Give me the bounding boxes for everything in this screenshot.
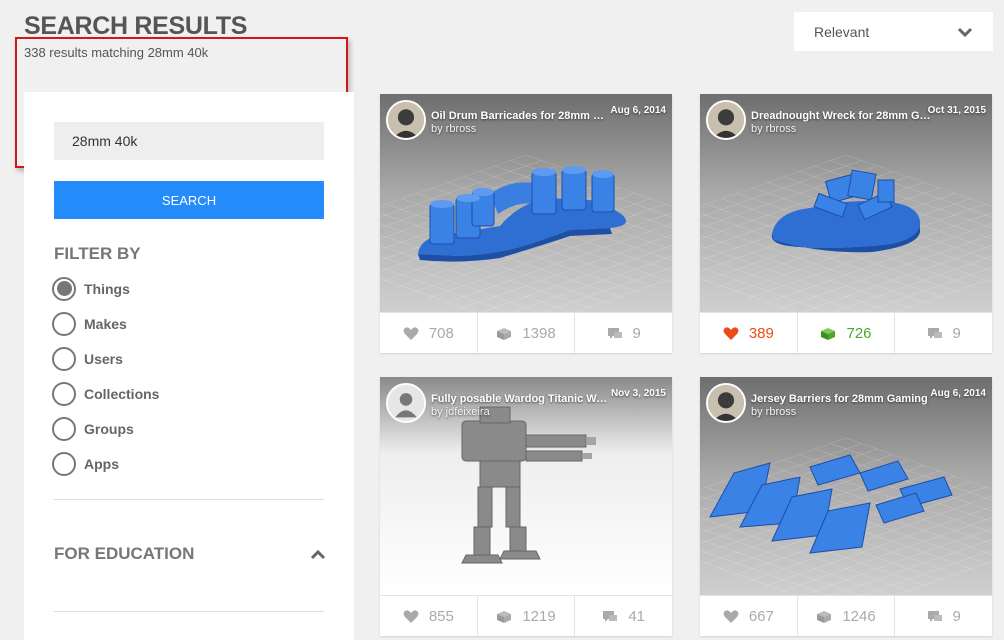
heart-icon bbox=[403, 326, 419, 340]
thing-title[interactable]: Fully posable Wardog Titanic Walker bbox=[431, 393, 611, 405]
education-label: FOR EDUCATION bbox=[54, 544, 195, 563]
radio-icon[interactable] bbox=[52, 381, 76, 406]
search-input[interactable] bbox=[54, 122, 324, 160]
thing-thumbnail[interactable]: Jersey Barriers for 28mm Gaming by rbros… bbox=[700, 377, 992, 595]
radio-icon[interactable] bbox=[52, 311, 76, 336]
collect-icon bbox=[497, 327, 512, 340]
thing-title[interactable]: Oil Drum Barricades for 28mm Gaming bbox=[431, 110, 611, 122]
collect-button[interactable]: 726 bbox=[798, 313, 896, 353]
thing-card[interactable]: Dreadnought Wreck for 28mm Gaming by rbr… bbox=[700, 94, 992, 353]
collect-count: 726 bbox=[846, 324, 872, 342]
like-count: 389 bbox=[748, 324, 774, 342]
radio-icon[interactable] bbox=[52, 416, 76, 441]
comment-count: 9 bbox=[952, 607, 961, 625]
filter-option-apps[interactable]: Apps bbox=[52, 446, 159, 481]
comment-count: 9 bbox=[632, 324, 641, 342]
like-button[interactable]: 708 bbox=[380, 313, 478, 353]
thing-stats: 667 1246 9 bbox=[700, 595, 992, 636]
filter-option-users[interactable]: Users bbox=[52, 341, 159, 376]
search-button[interactable]: SEARCH bbox=[54, 181, 324, 219]
thing-date: Aug 6, 2014 bbox=[930, 388, 986, 399]
collect-button[interactable]: 1219 bbox=[478, 596, 576, 636]
radio-icon[interactable] bbox=[52, 346, 76, 371]
heart-icon bbox=[723, 326, 739, 340]
thing-stats: 389 726 9 bbox=[700, 312, 992, 353]
divider bbox=[54, 499, 324, 500]
filter-option-makes[interactable]: Makes bbox=[52, 306, 159, 341]
like-button[interactable]: 855 bbox=[380, 596, 478, 636]
divider bbox=[54, 611, 324, 612]
author-avatar[interactable] bbox=[706, 100, 746, 140]
sidebar: SEARCH FILTER BY Things Makes Users Coll… bbox=[24, 92, 354, 640]
collect-icon bbox=[821, 327, 836, 340]
sort-selected-label: Relevant bbox=[814, 23, 870, 40]
collect-button[interactable]: 1246 bbox=[798, 596, 896, 636]
collect-count: 1219 bbox=[522, 607, 556, 625]
thing-stats: 855 1219 41 bbox=[380, 595, 672, 636]
comment-count: 41 bbox=[628, 607, 646, 625]
comment-icon bbox=[927, 610, 942, 622]
heart-icon bbox=[403, 609, 419, 623]
collect-count: 1246 bbox=[842, 607, 876, 625]
education-toggle[interactable]: FOR EDUCATION bbox=[54, 544, 326, 564]
comment-count: 9 bbox=[952, 324, 961, 342]
filter-list: Things Makes Users Collections Groups Ap… bbox=[52, 271, 159, 481]
thing-thumbnail[interactable]: Oil Drum Barricades for 28mm Gaming by r… bbox=[380, 94, 672, 312]
chevron-up-icon bbox=[310, 549, 326, 560]
filter-option-groups[interactable]: Groups bbox=[52, 411, 159, 446]
chevron-down-icon bbox=[957, 27, 973, 37]
like-count: 667 bbox=[748, 607, 774, 625]
author-avatar[interactable] bbox=[386, 100, 426, 140]
filter-option-things[interactable]: Things bbox=[52, 271, 159, 306]
filter-option-label: Groups bbox=[84, 420, 134, 437]
thing-title[interactable]: Jersey Barriers for 28mm Gaming bbox=[751, 393, 931, 405]
comment-icon bbox=[603, 610, 618, 622]
filter-option-label: Users bbox=[84, 350, 123, 367]
thing-thumbnail[interactable]: Dreadnought Wreck for 28mm Gaming by rbr… bbox=[700, 94, 992, 312]
thing-date: Aug 6, 2014 bbox=[610, 105, 666, 116]
collect-icon bbox=[817, 610, 832, 623]
filter-option-label: Things bbox=[84, 280, 130, 297]
thing-stats: 708 1398 9 bbox=[380, 312, 672, 353]
filter-option-label: Apps bbox=[84, 455, 119, 472]
like-count: 708 bbox=[428, 324, 454, 342]
comment-icon bbox=[927, 327, 942, 339]
thing-card[interactable]: Fully posable Wardog Titanic Walker by j… bbox=[380, 377, 672, 636]
author-avatar[interactable] bbox=[386, 383, 426, 423]
filter-title: FILTER BY bbox=[54, 244, 141, 263]
comment-icon bbox=[607, 327, 622, 339]
collect-icon bbox=[497, 610, 512, 623]
result-count: 338 results matching 28mm 40k bbox=[24, 45, 209, 60]
collect-count: 1398 bbox=[522, 324, 556, 342]
thing-author[interactable]: by rbross bbox=[751, 406, 796, 418]
filter-option-label: Makes bbox=[84, 315, 127, 332]
sort-dropdown[interactable]: Relevant bbox=[794, 12, 993, 51]
thing-author[interactable]: by rbross bbox=[751, 123, 796, 135]
radio-icon[interactable] bbox=[52, 451, 76, 476]
thing-date: Oct 31, 2015 bbox=[927, 105, 986, 116]
thing-thumbnail[interactable]: Fully posable Wardog Titanic Walker by j… bbox=[380, 377, 672, 595]
heart-icon bbox=[723, 609, 739, 623]
thing-author[interactable]: by jdfeixeira bbox=[431, 406, 490, 418]
thing-date: Nov 3, 2015 bbox=[610, 388, 666, 399]
author-avatar[interactable] bbox=[706, 383, 746, 423]
thing-title[interactable]: Dreadnought Wreck for 28mm Gaming bbox=[751, 110, 931, 122]
filter-option-label: Collections bbox=[84, 385, 160, 402]
like-button[interactable]: 667 bbox=[700, 596, 798, 636]
comment-button[interactable]: 41 bbox=[575, 596, 672, 636]
like-count: 855 bbox=[428, 607, 454, 625]
page-title: SEARCH RESULTS bbox=[24, 12, 248, 40]
thing-author[interactable]: by rbross bbox=[431, 123, 476, 135]
like-button[interactable]: 389 bbox=[700, 313, 798, 353]
collect-button[interactable]: 1398 bbox=[478, 313, 576, 353]
filter-option-collections[interactable]: Collections bbox=[52, 376, 159, 411]
comment-button[interactable]: 9 bbox=[895, 596, 992, 636]
comment-button[interactable]: 9 bbox=[895, 313, 992, 353]
radio-selected-icon[interactable] bbox=[52, 276, 76, 301]
comment-button[interactable]: 9 bbox=[575, 313, 672, 353]
thing-card[interactable]: Jersey Barriers for 28mm Gaming by rbros… bbox=[700, 377, 992, 636]
thing-card[interactable]: Oil Drum Barricades for 28mm Gaming by r… bbox=[380, 94, 672, 353]
